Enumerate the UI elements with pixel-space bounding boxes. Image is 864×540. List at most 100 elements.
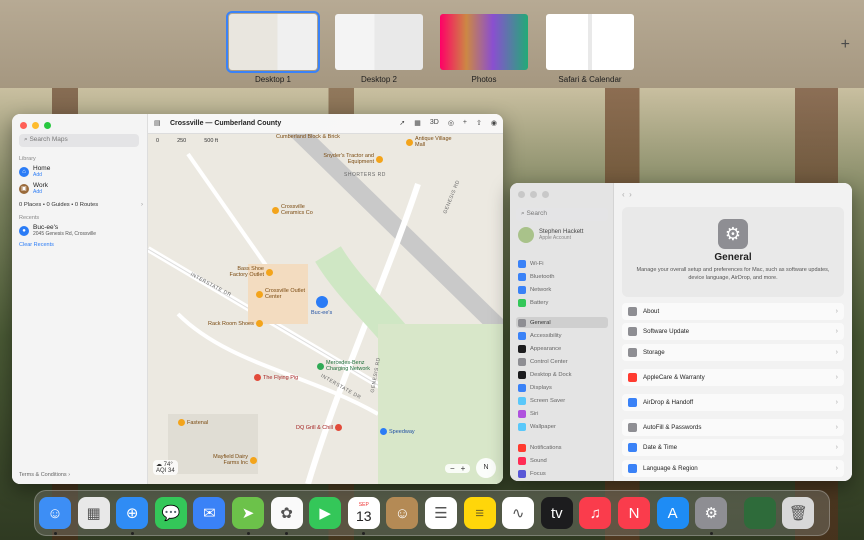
calendar-icon[interactable]: SEP 13 — [347, 497, 380, 529]
back-icon[interactable]: ‹ — [622, 190, 625, 199]
sidebar-item-wi-fi[interactable]: Wi-Fi — [516, 258, 608, 269]
poi-antique-village-mall[interactable]: Antique Village Mall — [406, 136, 455, 148]
space-desktop-1[interactable]: Desktop 1 — [226, 11, 320, 84]
zoom-button[interactable] — [44, 122, 51, 129]
minimize-button[interactable] — [32, 122, 39, 129]
space-safari-calendar[interactable]: Safari & Calendar — [546, 14, 634, 84]
poi-mayfield-dairy[interactable]: Mayfield Dairy Farms Inc — [204, 454, 257, 466]
library-home[interactable]: ⌂ Home Add — [19, 165, 50, 178]
zoom-out-button[interactable]: − — [450, 464, 455, 473]
poi-bass-shoe[interactable]: Bass Shoe Factory Outlet — [224, 266, 273, 278]
map-tool-group: ➚ ▦ 3D ◎ + ⇧ ◉ — [399, 119, 497, 127]
poi-crossville-outlet[interactable]: Crossville Outlet Center — [256, 288, 307, 300]
user-sub: Apple Account — [539, 235, 571, 241]
compass-button[interactable]: N — [476, 458, 496, 478]
poi-bucees[interactable]: Buc-ee's — [311, 296, 332, 316]
row-icon — [628, 398, 637, 407]
map-canvas[interactable]: ▤ Crossville — Cumberland County ➚ ▦ 3D … — [148, 114, 503, 484]
facetime-icon[interactable]: ▶ — [309, 497, 342, 529]
map-mode-icon[interactable]: ▦ — [414, 119, 421, 127]
poi-flying-pig[interactable]: The Flying Pig — [254, 374, 298, 381]
sidebar-item-general[interactable]: General — [516, 317, 608, 328]
reminders-icon[interactable]: ☰ — [425, 497, 457, 529]
sidebar-item-desktop-dock[interactable]: Desktop & Dock — [516, 369, 608, 380]
row-software-update[interactable]: Software Update › — [622, 323, 844, 340]
poi-speedway[interactable]: Speedway — [380, 428, 415, 435]
safari-icon[interactable]: ⊕ — [116, 497, 149, 529]
sidebar-item-siri[interactable]: Siri — [516, 408, 608, 419]
mail-icon[interactable]: ✉ — [193, 497, 226, 529]
sidebar-item-appearance[interactable]: Appearance — [516, 343, 608, 354]
poi-crossville-ceramics[interactable]: Crossville Ceramics Co — [272, 204, 321, 216]
3d-button[interactable]: 3D — [430, 119, 439, 127]
weather-widget[interactable]: ☁ 74° AQI 34 — [153, 460, 178, 475]
zoom-in-button[interactable]: + — [461, 464, 466, 473]
row-date-time[interactable]: Date & Time › — [622, 439, 844, 456]
apple-account-item[interactable]: Stephen Hackett Apple Account — [518, 227, 583, 243]
app-store-icon[interactable]: A — [656, 497, 689, 529]
row-autofill-passwords[interactable]: AutoFill & Passwords › — [622, 419, 844, 436]
sidebar-item-control-center[interactable]: Control Center — [516, 356, 608, 367]
recent-item[interactable]: ● Buc-ee's 2045 Genesis Rd, Crossville — [19, 224, 96, 237]
freeform-icon[interactable]: ∿ — [502, 497, 535, 529]
running-indicator — [53, 532, 57, 535]
sidebar-item-screen-saver[interactable]: Screen Saver — [516, 395, 608, 406]
clear-recents-link[interactable]: Clear Recents — [19, 242, 54, 248]
row-applecare-warranty[interactable]: AppleCare & Warranty › — [622, 369, 844, 386]
space-desktop-2[interactable]: Desktop 2 — [335, 14, 423, 84]
trash-icon[interactable]: 🗑 — [782, 497, 815, 529]
row-airdrop-handoff[interactable]: AirDrop & Handoff › — [622, 394, 844, 411]
apple-tv-icon[interactable]: tv — [540, 497, 573, 529]
settings-search-input[interactable]: ⌕ Search — [516, 208, 608, 221]
contacts-icon[interactable]: ☺ — [386, 497, 419, 529]
work-add[interactable]: Add — [33, 189, 48, 195]
row-language-region[interactable]: Language & Region › — [622, 460, 844, 477]
minimize-button[interactable] — [530, 191, 537, 198]
share-icon[interactable]: ⇧ — [476, 119, 482, 127]
sidebar-toggle-icon[interactable]: ▤ — [154, 119, 161, 127]
row-storage[interactable]: Storage › — [622, 344, 844, 361]
poi-mercedes-charging[interactable]: Mercedes-Benz Charging Network — [317, 360, 382, 372]
maps-icon[interactable]: ➤ — [232, 497, 264, 529]
home-add[interactable]: Add — [33, 172, 50, 178]
poi-fastenal[interactable]: Fastenal — [178, 419, 208, 426]
close-button[interactable] — [20, 122, 27, 129]
forward-icon[interactable]: › — [629, 190, 632, 199]
messages-icon[interactable]: 💬 — [154, 497, 187, 529]
library-counts[interactable]: 0 Places • 0 Guides • 0 Routes › — [19, 202, 143, 208]
poi-cumberland-block-brick[interactable]: Cumberland Block & Brick — [276, 134, 340, 140]
work-label: Work — [33, 182, 49, 189]
sidebar-item-accessibility[interactable]: Accessibility — [516, 330, 608, 341]
music-icon[interactable]: ♫ — [579, 497, 612, 529]
look-around-icon[interactable]: ◎ — [448, 119, 454, 127]
space-photos[interactable]: Photos — [440, 14, 528, 84]
sidebar-item-notifications[interactable]: Notifications — [516, 442, 608, 453]
zoom-button[interactable] — [542, 191, 549, 198]
sidebar-item-displays[interactable]: Displays — [516, 382, 608, 393]
library-work[interactable]: ▣ Work Add — [19, 182, 48, 195]
news-icon[interactable]: N — [618, 497, 650, 529]
add-icon[interactable]: + — [463, 119, 467, 127]
launchpad-icon[interactable]: ▦ — [77, 497, 110, 529]
sidebar-item-network[interactable]: Network — [516, 284, 608, 295]
notes-icon[interactable]: ≡ — [463, 497, 496, 529]
sidebar-item-sound[interactable]: Sound — [516, 455, 608, 466]
poi-snyders-tractor[interactable]: Snyder's Tractor and Equipment — [322, 153, 383, 165]
terms-link[interactable]: Terms & Conditions › — [19, 472, 70, 478]
downloads-stack-icon[interactable] — [743, 497, 776, 529]
row-about[interactable]: About › — [622, 303, 844, 320]
account-icon[interactable]: ◉ — [491, 119, 497, 127]
poi-rack-room-shoes[interactable]: Rack Room Shoes — [208, 320, 263, 327]
system-settings-icon[interactable]: ⚙ — [695, 497, 728, 529]
poi-dq-grill[interactable]: DQ Grill & Chill — [296, 424, 342, 431]
photos-icon[interactable]: ✿ — [270, 497, 303, 529]
add-space-button[interactable]: + — [841, 36, 850, 54]
sidebar-item-wallpaper[interactable]: Wallpaper — [516, 421, 608, 432]
finder-icon[interactable]: ☺ — [39, 497, 71, 529]
sidebar-item-bluetooth[interactable]: Bluetooth — [516, 271, 608, 282]
sidebar-item-battery[interactable]: Battery — [516, 297, 608, 308]
location-arrow-icon[interactable]: ➚ — [399, 119, 405, 127]
close-button[interactable] — [518, 191, 525, 198]
maps-search-input[interactable]: ⌕ Search Maps — [19, 134, 139, 147]
sidebar-item-focus[interactable]: Focus — [516, 468, 608, 479]
